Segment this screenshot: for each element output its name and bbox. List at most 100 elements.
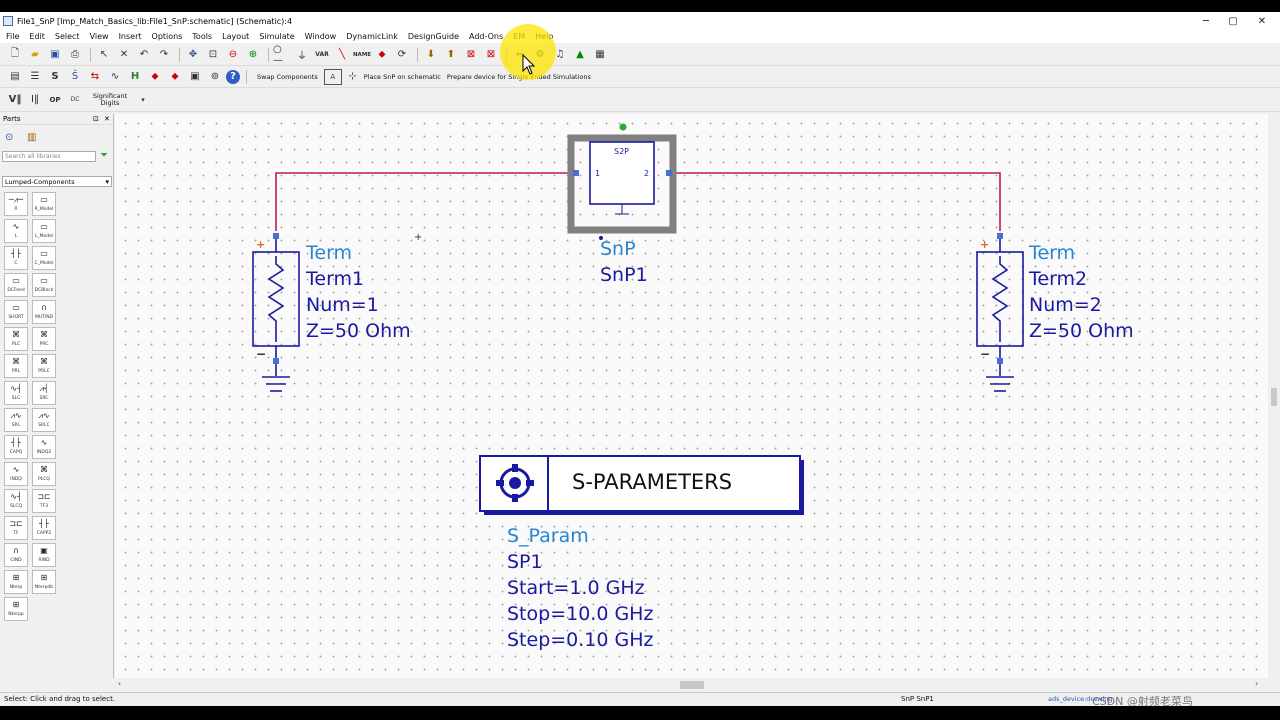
part-item[interactable]: ▭ L_Model [32,219,56,243]
voltage-icon[interactable]: V‖ [6,92,24,108]
swap-components-button[interactable]: Swap Components [257,73,318,81]
part-item[interactable]: ⌘ PLC [4,327,28,351]
library-select[interactable]: Lumped-Components ▾ [2,176,112,187]
part-item[interactable]: ⩘┤ SRC [32,381,56,405]
part-item[interactable]: ─⩘─ R [4,192,28,216]
parts-search-input[interactable]: Search all libraries [2,151,96,162]
push-into-icon[interactable]: ⬇ [422,47,440,63]
snp-pin1[interactable] [573,170,579,176]
place-snp-icon[interactable]: ⊹ [344,69,362,85]
part-item[interactable]: ⌘ PRC [32,327,56,351]
part-item[interactable]: ▣ RIND [32,543,56,567]
term2-ground-pin[interactable] [997,358,1003,364]
redo-icon[interactable]: ↷ [155,47,173,63]
zoom-out-icon[interactable]: ⊖ [224,47,242,63]
menu-view[interactable]: View [84,32,113,41]
print-icon[interactable]: ⎙ [66,47,84,63]
close-icon[interactable]: ✕ [1242,12,1280,30]
menu-designguide[interactable]: DesignGuide [402,32,463,41]
part-item[interactable]: ⌘ PRL [4,354,28,378]
name-icon[interactable]: NAME [353,47,371,63]
horizontal-scroll-thumb[interactable] [680,681,704,689]
vertical-scrollbar[interactable] [1268,114,1280,678]
move-icon[interactable]: ✥ [184,47,202,63]
pin-panel-icon[interactable]: ⊡ [93,115,99,123]
term1-ground-pin[interactable] [273,358,279,364]
scroll-right-icon[interactable]: › [1255,679,1258,688]
scroll-left-icon[interactable]: ‹ [118,679,121,688]
delete-icon[interactable]: ✕ [115,47,133,63]
part-item[interactable]: ⊞ Nterp [4,570,28,594]
vertical-scroll-thumb[interactable] [1271,388,1277,406]
save-icon[interactable]: ▣ [46,47,64,63]
sparam-instance-name[interactable]: SP1 [507,551,543,573]
library-icon[interactable]: ▥ [27,132,36,143]
ground-icon[interactable]: ⏚ [293,47,311,63]
sparam-start-param[interactable]: Start=1.0 GHz [507,577,645,599]
term1-pin[interactable] [273,233,279,239]
new-file-icon[interactable]: 🗋 [6,47,24,63]
term1-type-label[interactable]: Term [305,242,352,264]
part-item[interactable]: ∿ INDQ2 [32,435,56,459]
var-icon[interactable]: VAR [313,47,331,63]
part-item[interactable]: ┤├ CAPQ [4,435,28,459]
short-icon[interactable]: ⊠ [482,47,500,63]
part-item[interactable]: ▭ SHORT [4,300,28,324]
part-item[interactable]: ┤├ CAPP2 [32,516,56,540]
deactivate-icon[interactable]: ⊠ [462,47,480,63]
sparam-stop-param[interactable]: Stop=10.0 GHz [507,603,653,625]
smith-icon[interactable]: ⇆ [86,69,104,85]
term1-z-param[interactable]: Z=50 Ohm [306,320,411,342]
current-icon[interactable]: I‖ [26,92,44,108]
part-item[interactable]: ⩘∿ SRL [4,408,28,432]
schematic-canvas[interactable]: S2P 1 2 SnP SnP1 + − Term Term1 Num=1 Z=… [115,114,1268,678]
part-item[interactable]: ▭ C_Model [32,246,56,270]
wire-term1-snp[interactable] [275,172,575,231]
snp-instance-name[interactable]: SnP1 [600,264,648,286]
filter-icon[interactable]: ⬥ [166,69,184,85]
csv-icon[interactable]: ⬥ [146,69,164,85]
part-item[interactable]: ┤├ C [4,246,28,270]
part-item[interactable]: ∿┤ SLC [4,381,28,405]
waveform-icon[interactable]: ∿ [106,69,124,85]
auto-icon[interactable]: ⊚ [206,69,224,85]
insert-wire-icon[interactable]: ╲ [333,47,351,63]
history-icon[interactable]: ⊙ [5,132,13,143]
horizontal-scrollbar[interactable]: ‹ › [115,678,1268,692]
term2-z-param[interactable]: Z=50 Ohm [1029,320,1134,342]
undo-icon[interactable]: ↶ [135,47,153,63]
part-item[interactable]: ▭ DCFeed [4,273,28,297]
open-folder-icon[interactable]: ▰ [26,47,44,63]
zoom-in-icon[interactable]: ⊕ [244,47,262,63]
part-item[interactable]: ∿┤ SLCQ [4,489,28,513]
h-icon[interactable]: H [126,69,144,85]
part-item[interactable]: ⊐⊏ TF [4,516,28,540]
part-item[interactable]: ⌘ PLCQ [32,462,56,486]
op-icon[interactable]: OP [46,92,64,108]
term1-num-param[interactable]: Num=1 [306,294,379,316]
menu-tools[interactable]: Tools [186,32,216,41]
sparam-type-label[interactable]: S_Param [507,525,589,547]
pin-icon[interactable]: ⬥ [373,47,391,63]
rotate-icon[interactable]: ⟳ [393,47,411,63]
menu-edit[interactable]: Edit [23,32,49,41]
pop-out-icon[interactable]: ⬆ [442,47,460,63]
snp-pin2[interactable] [666,170,672,176]
menu-options[interactable]: Options [146,32,187,41]
menu-simulate[interactable]: Simulate [253,32,298,41]
menu-addons[interactable]: Add-Ons [463,32,507,41]
term2-num-param[interactable]: Num=2 [1029,294,1102,316]
snp-type-label[interactable]: SnP [600,238,636,260]
menu-file[interactable]: File [0,32,23,41]
menu-window[interactable]: Window [299,32,341,41]
sparam-step-param[interactable]: Step=0.10 GHz [507,629,654,651]
text-icon[interactable]: A [323,68,342,85]
part-item[interactable]: ∿ INDQ [4,462,28,486]
term2-instance-name[interactable]: Term2 [1028,268,1087,290]
menu-select[interactable]: Select [49,32,84,41]
part-item[interactable]: ▭ R_Model [32,192,56,216]
part-item[interactable]: ⩘∿ SRLC [32,408,56,432]
chevron-down-icon[interactable]: ▾ [134,92,152,108]
part-item[interactable]: ▭ DCBlock [32,273,56,297]
part-item[interactable]: ∿ L [4,219,28,243]
